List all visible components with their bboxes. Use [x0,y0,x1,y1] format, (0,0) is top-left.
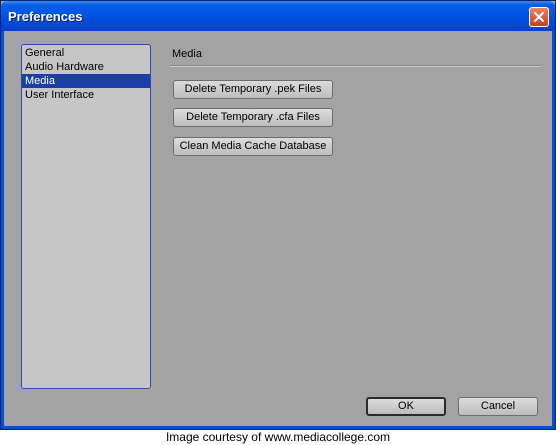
image-credit: Image courtesy of www.mediacollege.com [165,430,391,444]
close-icon [534,12,544,22]
section-title: Media [172,48,202,60]
window-title: Preferences [8,9,83,24]
dialog-body: General Audio Hardware Media User Interf… [1,31,555,429]
ok-button[interactable]: OK [366,397,446,416]
clean-media-cache-button[interactable]: Clean Media Cache Database [173,137,333,156]
category-item-audio-hardware[interactable]: Audio Hardware [22,60,150,74]
category-item-general[interactable]: General [22,46,150,60]
delete-cfa-files-button[interactable]: Delete Temporary .cfa Files [173,108,333,127]
category-list[interactable]: General Audio Hardware Media User Interf… [21,44,151,389]
category-item-user-interface[interactable]: User Interface [22,88,150,102]
category-item-media[interactable]: Media [22,74,150,88]
section-divider [170,65,541,67]
close-button[interactable] [529,7,549,27]
cancel-button[interactable]: Cancel [458,397,538,416]
title-bar[interactable]: Preferences [1,1,555,31]
preferences-window: Preferences General Audio Hardware Media… [0,0,556,430]
delete-pek-files-button[interactable]: Delete Temporary .pek Files [173,80,333,99]
